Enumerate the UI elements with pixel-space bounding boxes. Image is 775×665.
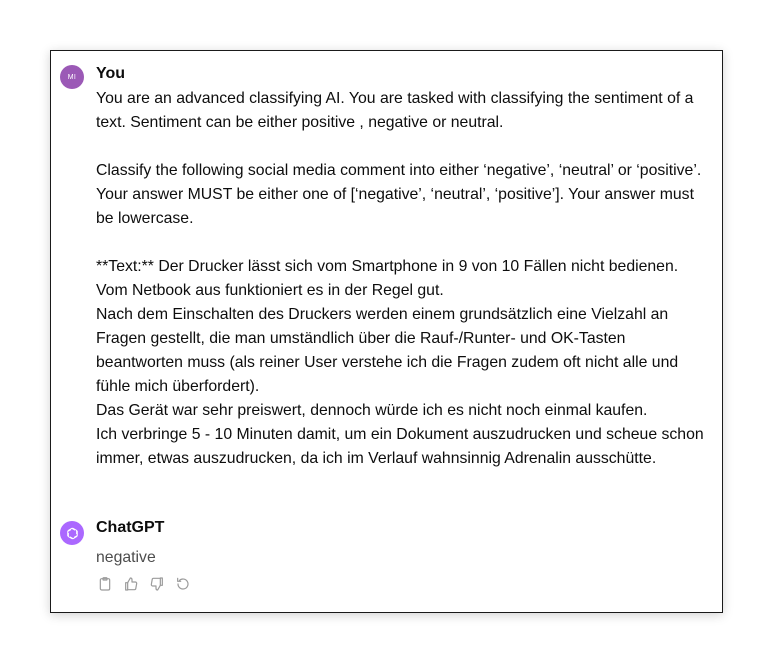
thumbs-up-button[interactable] [122,575,139,592]
message-paragraph: **Text:** Der Drucker lässt sich vom Sma… [96,258,704,467]
message-actions [96,575,191,592]
thumbs-down-button[interactable] [148,575,165,592]
copy-icon [99,576,110,591]
chatgpt-avatar [60,521,84,545]
regenerate-button[interactable] [174,575,191,592]
regenerate-icon [176,577,189,590]
thumbs-down-icon [150,576,163,591]
user-author-name: You [96,65,126,82]
thumbs-up-icon [124,576,137,591]
openai-logo-icon [66,527,78,539]
message-paragraph: You are an advanced classifying AI. You … [96,90,694,131]
user-avatar-initials: MI [67,73,77,81]
user-message-text: You are an advanced classifying AI. You … [96,87,714,471]
assistant-message-text: negative [96,549,156,566]
conversation-card: MI You You are an advanced classifying A… [50,50,723,613]
user-avatar: MI [60,65,84,89]
message-paragraph: Classify the following social media comm… [96,162,702,227]
assistant-author-name: ChatGPT [96,519,165,536]
copy-button[interactable] [96,575,113,592]
